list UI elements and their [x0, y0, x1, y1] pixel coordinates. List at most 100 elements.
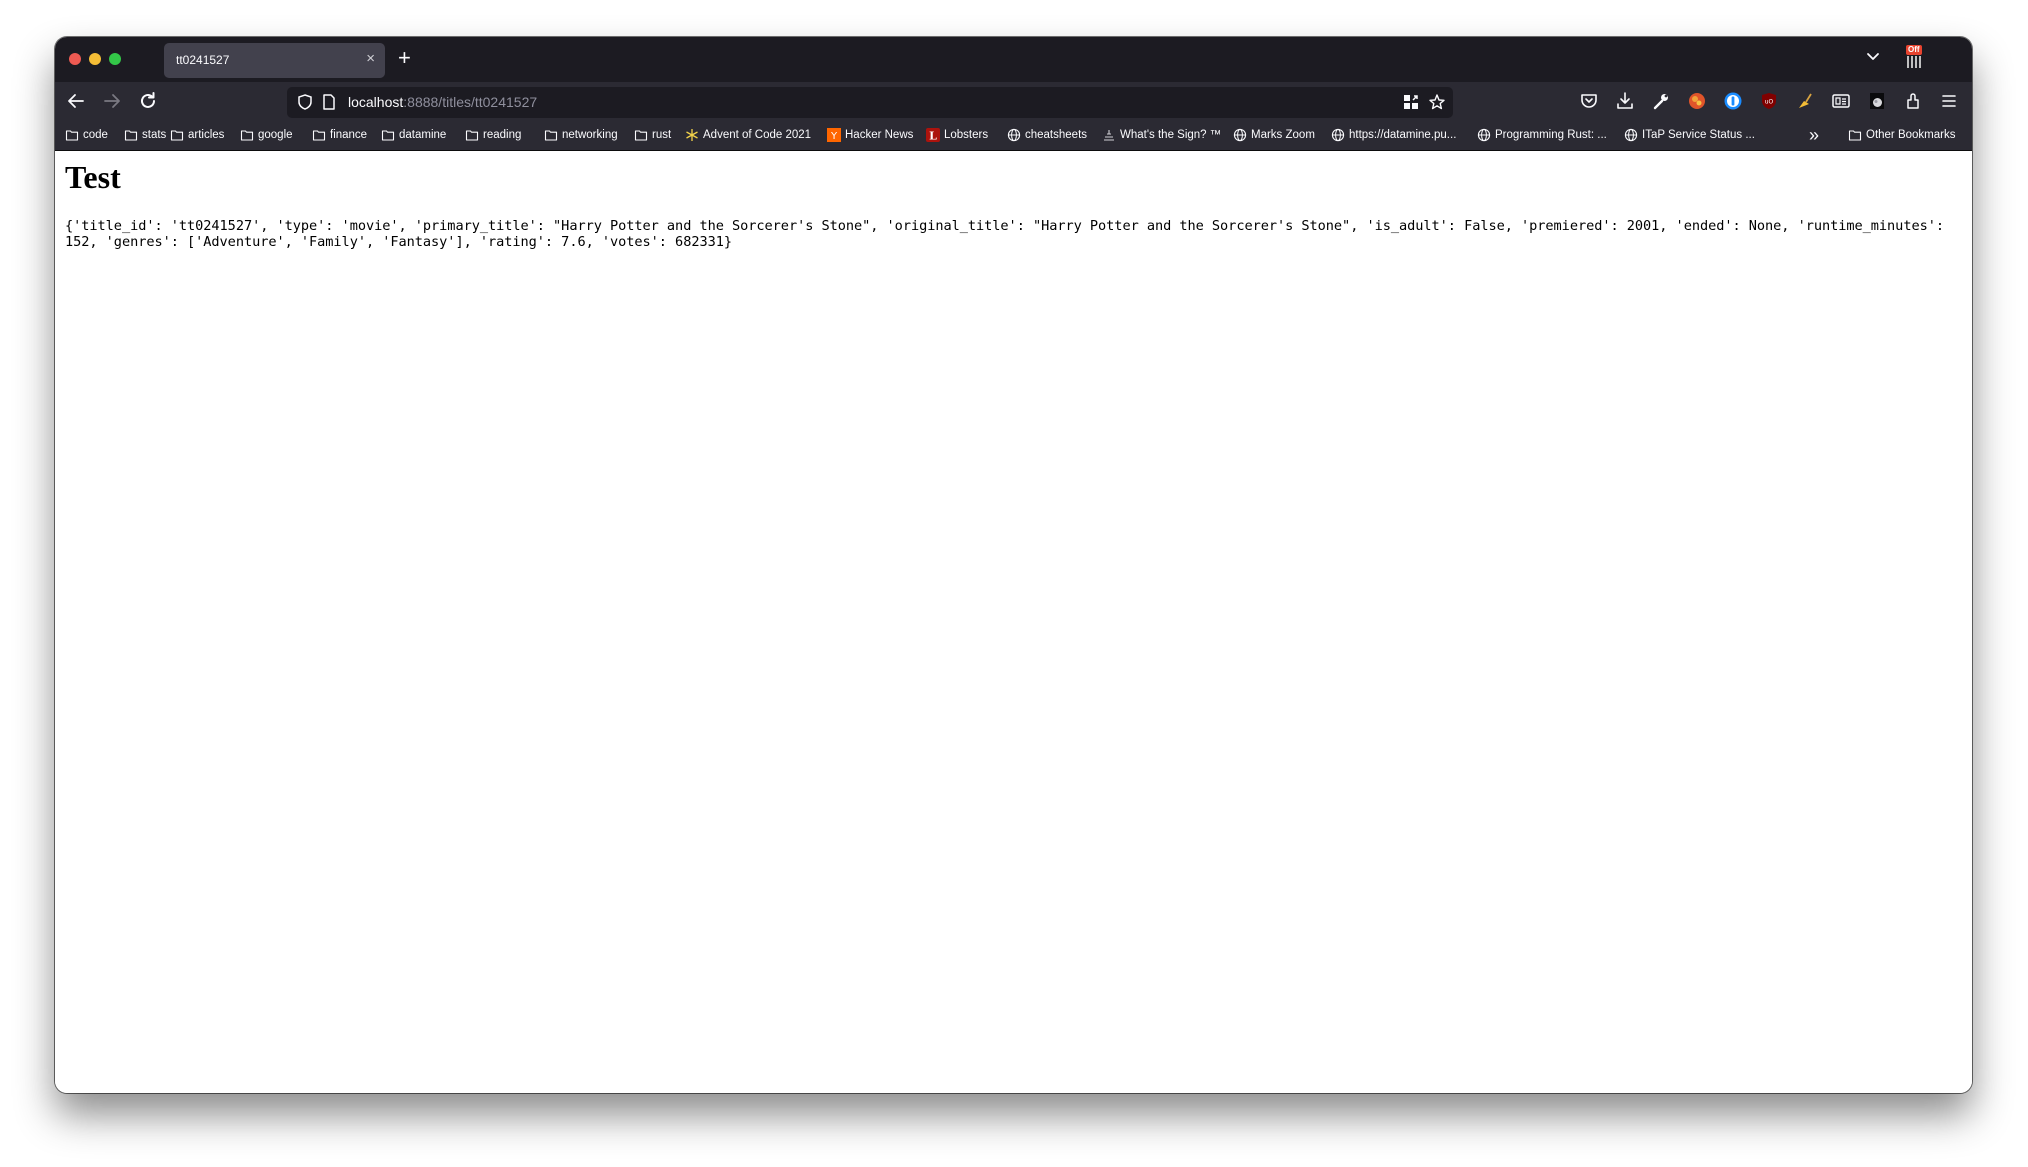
bookmark-label: reading: [483, 129, 522, 141]
bookmark-rust[interactable]: rust: [634, 126, 671, 144]
window-zoom-button[interactable]: [109, 53, 121, 65]
bookmark-programming-rust[interactable]: Programming Rust: ...: [1477, 126, 1607, 144]
bookmark-label: datamine: [399, 129, 447, 141]
sign-icon: [1102, 128, 1116, 142]
bookmark-cheatsheets[interactable]: cheatsheets: [1007, 126, 1087, 144]
extension-off-icon[interactable]: Off: [1901, 45, 1927, 71]
bookmark-networking[interactable]: networking: [544, 126, 618, 144]
hamburger-menu-icon[interactable]: [1938, 90, 1960, 112]
globe-icon: [1233, 128, 1247, 142]
bookmark-label: ITaP Service Status ...: [1642, 129, 1755, 141]
url-host: localhost: [348, 94, 404, 110]
reload-button[interactable]: [136, 89, 160, 113]
arrow-right-icon: [104, 94, 120, 108]
folder-icon: [65, 128, 79, 142]
bookmark-what-s-the-sign[interactable]: What's the Sign? ™: [1102, 126, 1221, 144]
bookmark-code[interactable]: code: [65, 126, 108, 144]
url-path: :8888/titles/tt0241527: [403, 94, 538, 110]
bookmark-label: stats: [142, 129, 167, 141]
url-text[interactable]: localhost:8888/titles/tt0241527: [348, 94, 537, 110]
window-close-button[interactable]: [69, 53, 81, 65]
ublock-icon[interactable]: uO: [1758, 90, 1780, 112]
chevron-double-right-icon: »: [1809, 125, 1820, 145]
bookmark-label: Lobsters: [944, 129, 989, 141]
reload-icon: [141, 92, 155, 108]
page-heading: Test: [65, 159, 121, 195]
bookmark-https-datamine-pu[interactable]: https://datamine.pu...: [1331, 126, 1456, 144]
bookmark-label: networking: [562, 129, 618, 141]
bookmark-label: Advent of Code 2021: [703, 129, 812, 141]
bookmark-datamine[interactable]: datamine: [381, 126, 446, 144]
download-icon[interactable]: [1614, 90, 1636, 112]
bookmark-google[interactable]: google: [240, 126, 293, 144]
qr-code-icon[interactable]: [1402, 93, 1420, 111]
bookmark-label: articles: [188, 129, 225, 141]
folder-icon: [465, 128, 479, 142]
wrench-icon[interactable]: [1650, 90, 1672, 112]
other-bookmarks-folder[interactable]: Other Bookmarks: [1848, 126, 1955, 144]
other-bookmarks-label: Other Bookmarks: [1866, 129, 1956, 141]
bookmark-star-icon[interactable]: [1428, 93, 1446, 111]
bookmark-articles[interactable]: articles: [170, 126, 224, 144]
svg-text:L: L: [929, 130, 937, 143]
bookmark-lobsters[interactable]: L Lobsters: [926, 126, 988, 144]
folder-icon: [634, 128, 648, 142]
bookmark-label: code: [83, 129, 108, 141]
bookmark-label: google: [258, 129, 293, 141]
bookmark-label: Marks Zoom: [1251, 129, 1315, 141]
browser-window: tt0241527 × + Off localhost:8888/titles/…: [55, 37, 1972, 1093]
lobsters-icon: L: [926, 128, 940, 143]
hacker-news-icon: Y: [827, 128, 841, 142]
forward-button[interactable]: [100, 89, 124, 113]
new-tab-button[interactable]: +: [398, 45, 411, 71]
bookmark-label: rust: [652, 129, 672, 141]
reader-icon[interactable]: [1830, 90, 1852, 112]
bookmark-reading[interactable]: reading: [465, 126, 521, 144]
folder-icon: [240, 128, 254, 142]
tab-bar: tt0241527 × + Off: [55, 37, 1972, 82]
bookmark-hacker-news[interactable]: Y Hacker News: [827, 126, 913, 144]
folder-icon: [124, 128, 138, 142]
svg-text:Y: Y: [830, 131, 838, 142]
back-button[interactable]: [64, 89, 88, 113]
title-record-text: {'title_id': 'tt0241527', 'type': 'movie…: [65, 218, 1953, 250]
bookmark-label: https://datamine.pu...: [1349, 129, 1457, 141]
tab-close-icon[interactable]: ×: [366, 50, 375, 67]
extension-fox-icon[interactable]: [1686, 90, 1708, 112]
folder-icon: [544, 128, 558, 142]
globe-icon: [1007, 128, 1021, 142]
folder-icon: [312, 128, 326, 142]
extension-off-badge: Off: [1906, 45, 1922, 55]
bookmark-label: Programming Rust: ...: [1495, 129, 1607, 141]
arrow-left-icon: [68, 94, 84, 108]
chevron-down-icon[interactable]: [1863, 46, 1883, 66]
extension-dark-icon[interactable]: [1866, 90, 1888, 112]
extensions-puzzle-icon[interactable]: [1902, 90, 1924, 112]
bookmarks-toolbar: » Other Bookmarks code stats articles googl…: [55, 120, 1972, 151]
bookmarks-overflow-button[interactable]: »: [1809, 126, 1819, 144]
folder-icon: [1848, 128, 1862, 142]
shield-icon[interactable]: [296, 93, 314, 111]
page-content: Test {'title_id': 'tt0241527', 'type': '…: [55, 151, 1972, 1093]
bookmark-marks-zoom[interactable]: Marks Zoom: [1233, 126, 1315, 144]
bookmark-advent-of-code-2021[interactable]: Advent of Code 2021: [685, 126, 811, 144]
star-icon: [685, 128, 699, 142]
window-minimize-button[interactable]: [89, 53, 101, 65]
bookmark-label: Hacker News: [845, 129, 914, 141]
svg-text:uO: uO: [1765, 99, 1774, 106]
tab-active[interactable]: tt0241527 ×: [164, 43, 385, 78]
1password-icon[interactable]: [1722, 90, 1744, 112]
bookmark-finance[interactable]: finance: [312, 126, 367, 144]
bookmark-label: finance: [330, 129, 368, 141]
globe-icon: [1624, 128, 1638, 142]
pocket-icon[interactable]: [1578, 90, 1600, 112]
navigation-toolbar: localhost:8888/titles/tt0241527 uO: [55, 82, 1972, 120]
bookmark-itap-service-status[interactable]: ITaP Service Status ...: [1624, 126, 1755, 144]
extension-broom-icon[interactable]: [1794, 90, 1816, 112]
folder-icon: [170, 128, 184, 142]
url-bar[interactable]: localhost:8888/titles/tt0241527: [287, 87, 1453, 118]
page-icon[interactable]: [320, 93, 338, 111]
bookmark-stats[interactable]: stats: [124, 126, 166, 144]
bookmark-label: cheatsheets: [1025, 129, 1088, 141]
bookmark-label: What's the Sign? ™: [1120, 129, 1222, 141]
